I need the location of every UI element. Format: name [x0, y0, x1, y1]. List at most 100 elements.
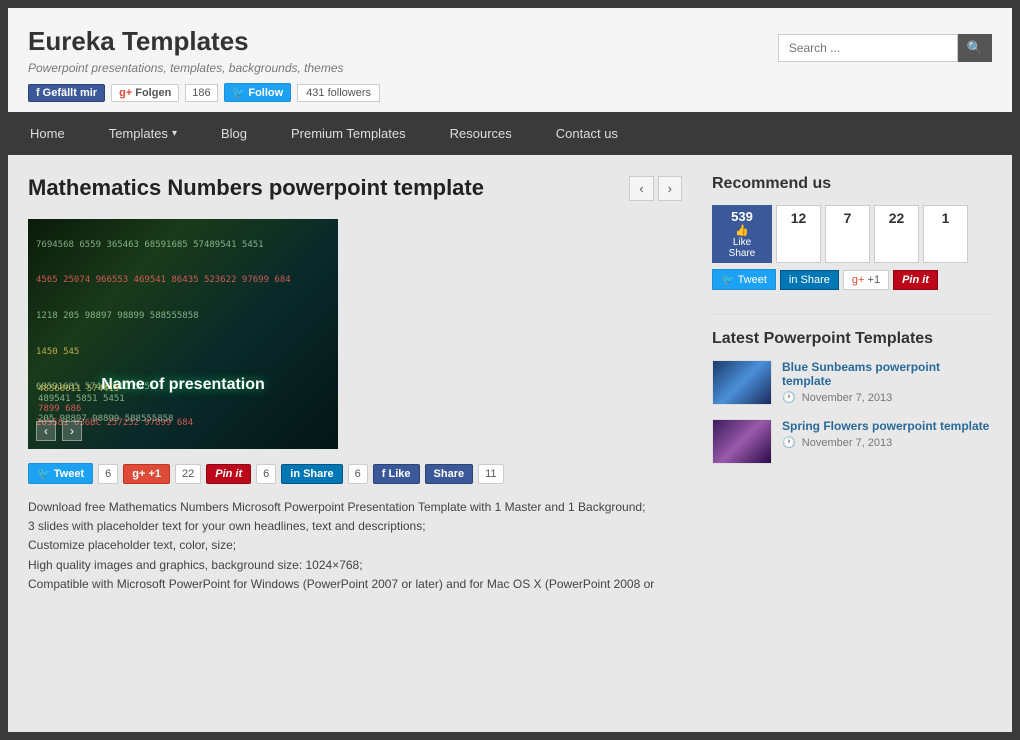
linkedin-icon: in	[789, 274, 798, 286]
fb-like-count: 11	[478, 464, 503, 484]
fb-like-total: 539	[731, 209, 753, 224]
desc-line-5: Compatible with Microsoft PowerPoint for…	[28, 575, 682, 594]
inner-wrap: Eureka Templates Powerpoint presentation…	[8, 8, 1012, 732]
latest-info-1: Blue Sunbeams powerpoint template 🕐 Nove…	[782, 360, 992, 404]
site-title: Eureka Templates	[28, 26, 380, 57]
twitter-icon: 🐦	[721, 274, 735, 286]
sidebar-divider	[712, 314, 992, 315]
fb-like-label: Like	[733, 237, 751, 248]
article-description: Download free Mathematics Numbers Micros…	[28, 498, 682, 594]
search-area: 🔍	[778, 34, 992, 62]
gplus-icon: g+	[852, 274, 865, 286]
sidebar-gplus-button[interactable]: g+ +1	[843, 270, 889, 290]
slide-row-8: 489541 5851 5451	[38, 394, 328, 404]
main-layout: Mathematics Numbers powerpoint template …	[8, 155, 1012, 614]
nav-item-premium[interactable]: Premium Templates	[269, 112, 428, 155]
linkedin-count: 6	[348, 464, 368, 484]
latest-info-2: Spring Flowers powerpoint template 🕐 Nov…	[782, 419, 989, 449]
nav-item-home[interactable]: Home	[8, 112, 87, 155]
desc-line-4: High quality images and graphics, backgr…	[28, 556, 682, 575]
gplus-sidebar-count: 22	[889, 210, 905, 226]
slide-row-7: 48568011 574415	[38, 384, 328, 394]
linkedin-count-box: 7	[825, 205, 870, 263]
linkedin-share-button[interactable]: in Share	[281, 464, 342, 484]
social-bar: f Gefällt mir g+ Folgen 186 🐦 Follow 431…	[28, 83, 380, 102]
slide-row-2: 4565 25074 966553 469541 86435 523622 97…	[36, 275, 330, 285]
sidebar-pinterest-button[interactable]: Pin it	[893, 270, 938, 290]
sidebar: Recommend us 539 👍 Like Share 12 7	[712, 175, 992, 594]
latest-thumb-2	[712, 419, 772, 464]
recommend-title: Recommend us	[712, 175, 992, 193]
search-input[interactable]	[778, 34, 958, 62]
slide-row-3: 1218 205 98897 98899 588555858	[36, 311, 330, 321]
fb-like-count-box: 539 👍 Like Share	[712, 205, 772, 263]
desc-line-3: Customize placeholder text, color, size;	[28, 536, 682, 555]
tweet-button[interactable]: 🐦 Tweet	[28, 463, 93, 484]
facebook-like-button[interactable]: f Gefällt mir	[28, 84, 105, 102]
twitter-count-box: 12	[776, 205, 821, 263]
header: Eureka Templates Powerpoint presentation…	[8, 8, 1012, 112]
clock-icon: 🕐	[782, 437, 796, 449]
prev-arrow-button[interactable]: ‹	[629, 176, 653, 201]
page-title-row: Mathematics Numbers powerpoint template …	[28, 175, 682, 201]
slide-row-1: 7694568 6559 365463 68591685 57489541 54…	[36, 240, 330, 250]
pin-count: 6	[256, 464, 276, 484]
sidebar-tweet-button[interactable]: 🐦 Tweet	[712, 269, 776, 290]
latest-date-2: 🕐 November 7, 2013	[782, 436, 989, 449]
fb-like-button[interactable]: f Like	[373, 464, 420, 484]
latest-name-1[interactable]: Blue Sunbeams powerpoint template	[782, 360, 992, 388]
site-info: Eureka Templates Powerpoint presentation…	[28, 26, 380, 102]
sidebar-share-row: 🐦 Tweet in Share g+ +1 Pin it	[712, 269, 992, 290]
gplus-share-count: 22	[175, 464, 201, 484]
list-item: Blue Sunbeams powerpoint template 🕐 Nove…	[712, 360, 992, 405]
next-arrow-button[interactable]: ›	[658, 176, 682, 201]
latest-date-1: 🕐 November 7, 2013	[782, 391, 992, 404]
fb-icon: f	[36, 87, 40, 99]
search-button[interactable]: 🔍	[958, 34, 992, 62]
chevron-down-icon: ▾	[172, 128, 177, 139]
tweet-count: 6	[98, 464, 118, 484]
nav-item-templates[interactable]: Templates ▾	[87, 112, 199, 155]
pin-sidebar-count: 1	[942, 210, 950, 226]
slideshow: 7694568 6559 365463 68591685 57489541 54…	[28, 219, 338, 449]
pin-count-box: 1	[923, 205, 968, 263]
gplus-icon: g+	[119, 87, 132, 99]
main-content: Mathematics Numbers powerpoint template …	[28, 175, 712, 594]
slide-row-4: 1450 545	[36, 347, 330, 357]
slide-next-button[interactable]: ›	[62, 421, 82, 441]
desc-line-1: Download free Mathematics Numbers Micros…	[28, 498, 682, 517]
list-item: Spring Flowers powerpoint template 🕐 Nov…	[712, 419, 992, 464]
sidebar-linkedin-button[interactable]: in Share	[780, 270, 839, 290]
slide-row-9: 7899 686	[38, 404, 328, 414]
outer-border: Eureka Templates Powerpoint presentation…	[0, 0, 1020, 740]
twitter-follow-button[interactable]: 🐦 Follow	[224, 83, 292, 102]
desc-line-2: 3 slides with placeholder text for your …	[28, 517, 682, 536]
page-title: Mathematics Numbers powerpoint template	[28, 175, 484, 201]
pinterest-button[interactable]: Pin it	[206, 464, 251, 484]
fb-share-label: Share	[729, 248, 756, 259]
latest-title: Latest Powerpoint Templates	[712, 330, 992, 348]
twitter-count: 431 followers	[297, 84, 380, 102]
site-subtitle: Powerpoint presentations, templates, bac…	[28, 61, 380, 75]
fb-share-button[interactable]: Share	[425, 464, 474, 484]
nav-arrows: ‹ ›	[629, 176, 682, 201]
twitter-sidebar-count: 12	[791, 210, 807, 226]
gplus-count-box: 22	[874, 205, 919, 263]
gplus-count: 186	[185, 84, 217, 102]
gplus-share-button[interactable]: g+ +1	[123, 464, 170, 484]
nav-item-blog[interactable]: Blog	[199, 112, 269, 155]
latest-thumb-1	[712, 360, 772, 405]
fb-thumbs-icon: 👍	[735, 224, 749, 237]
latest-name-2[interactable]: Spring Flowers powerpoint template	[782, 419, 989, 433]
share-bar: 🐦 Tweet 6 g+ +1 22 Pin it 6 in Share 6 f…	[28, 463, 682, 484]
gplus-follow-button[interactable]: g+ Folgen	[111, 84, 179, 102]
slide-prev-button[interactable]: ‹	[36, 421, 56, 441]
latest-templates-box: Latest Powerpoint Templates Blue Sunbeam…	[712, 330, 992, 464]
clock-icon: 🕐	[782, 392, 796, 404]
nav-item-resources[interactable]: Resources	[428, 112, 534, 155]
twitter-icon: 🐦	[232, 86, 246, 99]
nav-item-contact[interactable]: Contact us	[534, 112, 640, 155]
linkedin-sidebar-count: 7	[844, 210, 852, 226]
main-nav: Home Templates ▾ Blog Premium Templates …	[8, 112, 1012, 155]
slide-background: 7694568 6559 365463 68591685 57489541 54…	[28, 219, 338, 449]
